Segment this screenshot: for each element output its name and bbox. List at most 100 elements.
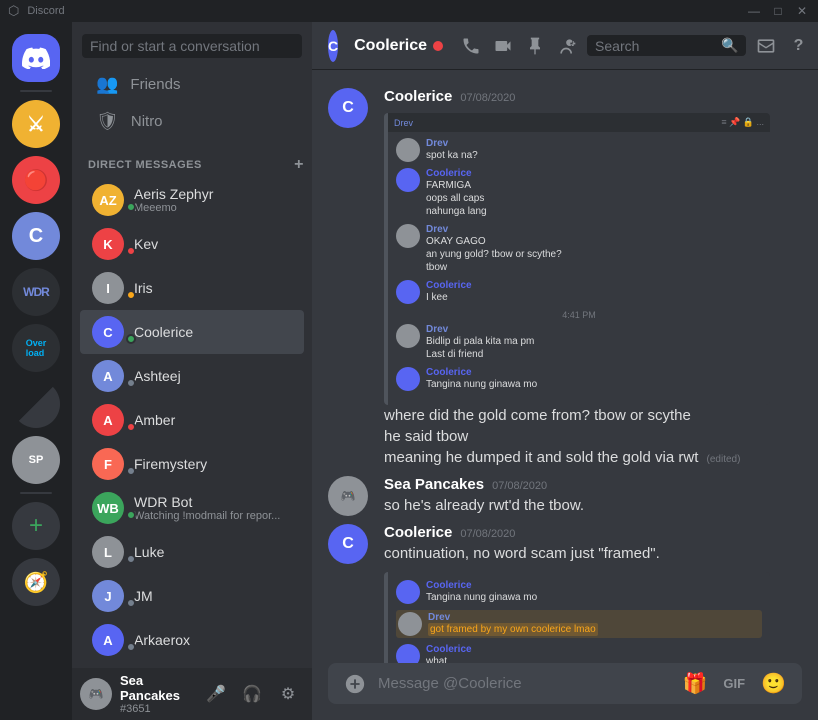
dm-name-aeris: Aeris Zephyr bbox=[134, 186, 296, 202]
mic-button[interactable]: 🎤 bbox=[200, 678, 232, 710]
close-button[interactable]: ✕ bbox=[794, 4, 810, 18]
input-right-buttons: 🎁 GIF 🙂 bbox=[679, 663, 790, 704]
server-separator-2 bbox=[20, 492, 52, 494]
dm-item-wdrbot[interactable]: WB WDR Bot Watching !modmail for repor..… bbox=[80, 486, 304, 530]
avatar-aeris: AZ bbox=[92, 184, 124, 216]
dm-info-kev: Kev bbox=[134, 236, 296, 252]
message-header-1: Coolerice 07/08/2020 bbox=[384, 88, 770, 105]
message-text-3: continuation, no word scam just "framed"… bbox=[384, 543, 770, 564]
add-member-button[interactable] bbox=[555, 34, 579, 58]
avatar-amber: A bbox=[92, 404, 124, 436]
message-text-1b: he said tbow bbox=[384, 426, 770, 447]
settings-button[interactable]: ⚙ bbox=[272, 678, 304, 710]
message-header-2: Sea Pancakes 07/08/2020 bbox=[384, 476, 770, 493]
add-dm-button[interactable]: + bbox=[294, 156, 304, 174]
discord-icon: ⬡ bbox=[8, 3, 19, 19]
dm-name-iris: Iris bbox=[134, 280, 296, 296]
dm-name-amber: Amber bbox=[134, 412, 296, 428]
header-actions: 🔍 ? bbox=[459, 34, 810, 58]
avatar-coolerice: C bbox=[92, 316, 124, 348]
gif-button[interactable]: GIF bbox=[719, 668, 749, 699]
dm-name-wdrbot: WDR Bot bbox=[134, 494, 296, 510]
dm-name-firemystery: Firemystery bbox=[134, 456, 296, 472]
maximize-button[interactable]: □ bbox=[770, 4, 786, 18]
attach-button[interactable] bbox=[340, 665, 370, 703]
avatar-kev: K bbox=[92, 228, 124, 260]
chat-area: C Coolerice 🔍 bbox=[312, 22, 818, 720]
edited-label: (edited) bbox=[707, 454, 741, 465]
help-button[interactable]: ? bbox=[786, 34, 810, 58]
user-tag: #3651 bbox=[120, 703, 192, 715]
server-icon-5[interactable]: Overload bbox=[12, 324, 60, 372]
dm-search-area bbox=[72, 22, 312, 66]
server-icon-7[interactable]: SP bbox=[12, 436, 60, 484]
message-content-3: Coolerice 07/08/2020 continuation, no wo… bbox=[384, 524, 770, 663]
video-button[interactable] bbox=[491, 34, 515, 58]
dm-info-amber: Amber bbox=[134, 412, 296, 428]
embed2-row-3: Coolerice what bbox=[396, 644, 762, 663]
message-header-3: Coolerice 07/08/2020 bbox=[384, 524, 770, 541]
status-indicator bbox=[433, 41, 443, 51]
dm-item-ashteej[interactable]: A Ashteej bbox=[80, 354, 304, 398]
dm-info-luke: Luke bbox=[134, 544, 296, 560]
search-input[interactable] bbox=[595, 38, 715, 54]
message-content-1: Coolerice 07/08/2020 Drev ≡ 📌 🔒 ... bbox=[384, 88, 770, 468]
server-icon-1[interactable]: ⚔ bbox=[12, 100, 60, 148]
self-avatar: 🎮 bbox=[80, 678, 112, 710]
explore-button[interactable]: 🧭 bbox=[12, 558, 60, 606]
headphone-button[interactable]: 🎧 bbox=[236, 678, 268, 710]
dm-info-arkaerox: Arkaerox bbox=[134, 632, 296, 648]
dm-search-input[interactable] bbox=[82, 34, 302, 58]
home-button[interactable] bbox=[12, 34, 60, 82]
message-group-2: 🎮 Sea Pancakes 07/08/2020 so he's alread… bbox=[312, 474, 818, 518]
emoji-button[interactable]: 🙂 bbox=[757, 663, 790, 704]
embed-row-6: Coolerice Tangina nung ginawa mo bbox=[396, 367, 762, 391]
server-icon-6[interactable] bbox=[12, 380, 60, 428]
server-icon-4[interactable]: WDR bbox=[12, 268, 60, 316]
gift-button[interactable]: 🎁 bbox=[679, 663, 712, 704]
embed-row-4: Coolerice I kee bbox=[396, 280, 762, 304]
dm-item-kev[interactable]: K Kev bbox=[80, 222, 304, 266]
server-icon-2[interactable]: 🔴 bbox=[12, 156, 60, 204]
dm-item-luke[interactable]: L Luke bbox=[80, 530, 304, 574]
app: ⚔ 🔴 C WDR Overload SP + 🧭 👥 Friends 🛡 Ni… bbox=[0, 22, 818, 720]
dm-item-firemystery[interactable]: F Firemystery bbox=[80, 442, 304, 486]
pin-button[interactable] bbox=[523, 34, 547, 58]
server-separator bbox=[20, 90, 52, 92]
friends-icon: 👥 bbox=[96, 74, 118, 95]
server-icon-3[interactable]: C bbox=[12, 212, 60, 260]
messages-container: C Coolerice 07/08/2020 Drev ≡ 📌 🔒 ... bbox=[312, 70, 818, 663]
add-server-button[interactable]: + bbox=[12, 502, 60, 550]
dm-item-arkaerox[interactable]: A Arkaerox bbox=[80, 618, 304, 662]
dm-name-arkaerox: Arkaerox bbox=[134, 632, 296, 648]
nitro-nav-item[interactable]: 🛡 Nitro bbox=[80, 103, 304, 140]
dm-info-firemystery: Firemystery bbox=[134, 456, 296, 472]
message-timestamp-3: 07/08/2020 bbox=[460, 528, 515, 540]
message-text-2: so he's already rwt'd the tbow. bbox=[384, 495, 770, 516]
dm-item-drev[interactable]: D Drev bbox=[80, 662, 304, 668]
inbox-button[interactable] bbox=[754, 34, 778, 58]
minimize-button[interactable]: — bbox=[746, 4, 762, 18]
dm-status-wdrbot: Watching !modmail for repor... bbox=[134, 510, 296, 522]
dm-name-kev: Kev bbox=[134, 236, 296, 252]
message-author-1: Coolerice bbox=[384, 88, 452, 105]
friends-nav-item[interactable]: 👥 Friends bbox=[80, 66, 304, 103]
message-avatar-1: C bbox=[328, 88, 368, 128]
dm-item-jm[interactable]: J JM bbox=[80, 574, 304, 618]
dm-item-coolerice[interactable]: C Coolerice bbox=[80, 310, 304, 354]
phone-button[interactable] bbox=[459, 34, 483, 58]
search-bar: 🔍 bbox=[587, 35, 746, 56]
chat-header: C Coolerice 🔍 bbox=[312, 22, 818, 70]
server-sidebar: ⚔ 🔴 C WDR Overload SP + 🧭 bbox=[0, 22, 72, 720]
embed-row-3: Drev OKAY GAGOan yung gold? tbow or scyt… bbox=[396, 224, 762, 274]
user-bar: 🎮 Sea Pancakes #3651 🎤 🎧 ⚙ bbox=[72, 668, 312, 720]
message-avatar-3: C bbox=[328, 524, 368, 564]
avatar-luke: L bbox=[92, 536, 124, 568]
dm-item-aeris[interactable]: AZ Aeris Zephyr Meeemo bbox=[80, 178, 304, 222]
message-group-1: C Coolerice 07/08/2020 Drev ≡ 📌 🔒 ... bbox=[312, 86, 818, 470]
dm-item-amber[interactable]: A Amber bbox=[80, 398, 304, 442]
message-text-1a: where did the gold come from? tbow or sc… bbox=[384, 405, 770, 426]
message-input-area: 🎁 GIF 🙂 bbox=[312, 663, 818, 720]
message-input[interactable] bbox=[378, 664, 671, 703]
dm-item-iris[interactable]: I Iris bbox=[80, 266, 304, 310]
